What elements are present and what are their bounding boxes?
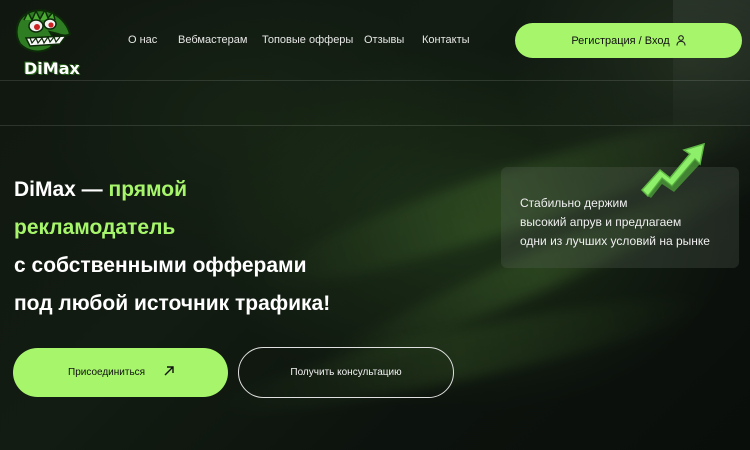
info-card-text: Стабильно держим высокий апрув и предлаг… [520,194,710,251]
hero-line-4: под любой источник трафика! [14,292,331,315]
nav-item-contacts[interactable]: Контакты [422,34,470,46]
join-button[interactable]: Присоединиться [13,348,228,397]
nav-item-about[interactable]: О нас [128,34,157,46]
site-header: DiMax О нас Вебмастерам Топовые офферы О… [0,0,750,80]
nav-item-webmasters[interactable]: Вебмастерам [178,34,247,46]
crocodile-logo-icon [15,8,72,53]
hero-heading: DiMax — прямой рекламодатель с собственн… [14,171,330,323]
nav-item-top-offers[interactable]: Топовые офферы [262,34,353,46]
nav-item-reviews[interactable]: Отзывы [364,34,404,46]
trend-arrow-icon [640,142,705,198]
hero-accent-text: прямой [108,178,188,201]
section-divider [0,125,750,126]
consultation-button[interactable]: Получить консультацию [238,347,454,398]
logo[interactable]: DiMax [10,6,80,78]
register-login-label: Регистрация / Вход [571,34,670,47]
info-card-line: одни из лучших условий на рынке [520,234,710,248]
user-icon [676,35,686,46]
join-button-label: Присоединиться [68,367,146,378]
hero-line-2: рекламодатель [14,216,176,239]
hero-line-3: с собственными офферами [14,254,307,277]
register-login-button[interactable]: Регистрация / Вход [515,23,742,58]
consultation-button-label: Получить консультацию [290,367,402,378]
logo-text: DiMax [24,59,80,78]
hero-brand-text: DiMax — [14,178,109,201]
info-card-line: высокий апрув и предлагаем [520,215,682,229]
arrow-up-right-icon [164,366,174,376]
hero-line-1: DiMax — прямой [14,171,330,209]
header-divider [0,80,750,81]
